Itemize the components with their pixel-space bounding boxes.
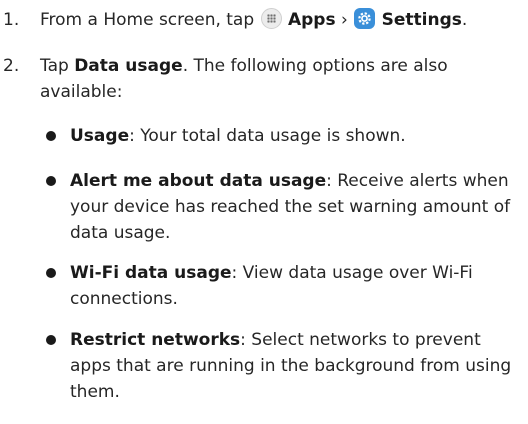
option-title: Restrict networks [70,330,241,350]
data-usage-label: Data usage [74,56,183,76]
step-prefix: From a Home screen, tap [40,10,255,30]
bullet-icon [46,131,56,141]
apps-grid-icon [260,8,282,29]
option-alert: Alert me about data usage: Receive alert… [70,168,526,246]
step-text: From a Home screen, tap Apps › Settings. [40,7,510,33]
bullet-icon [46,176,56,186]
option-title: Alert me about data usage [70,171,327,191]
step-prefix: Tap [40,56,69,76]
settings-gear-icon [354,8,376,29]
bullet-icon [46,335,56,345]
option-restrict: Restrict networks: Select networks to pr… [70,327,526,405]
step-number: 1. [3,10,20,30]
bullet-icon [46,268,56,278]
option-usage: Usage: Your total data usage is shown. [70,123,526,149]
option-desc: : Your total data usage is shown. [129,126,406,146]
instruction-document: 1. From a Home screen, tap Apps › Settin… [0,0,528,424]
separator-chevron: › [341,10,348,30]
option-title: Usage [70,126,130,146]
option-wifi: Wi-Fi data usage: View data usage over W… [70,260,526,312]
step-text: Tap Data usage. The following options ar… [40,53,510,105]
apps-label: Apps [287,10,336,30]
step-number: 2. [3,56,20,76]
step-suffix: . [461,10,468,30]
settings-label: Settings [381,10,462,30]
option-title: Wi-Fi data usage [70,263,232,283]
